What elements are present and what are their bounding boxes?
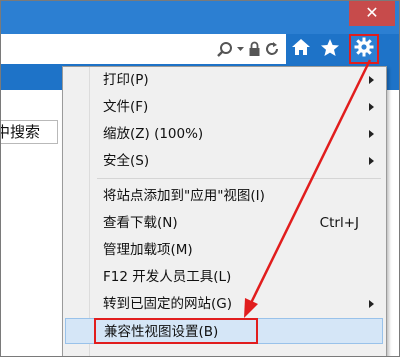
menu-item-shortcut: Ctrl+J	[319, 215, 359, 231]
menu-item-compatibility-view[interactable]: 兼容性视图设置(B)	[65, 318, 383, 344]
command-icons	[291, 34, 379, 64]
favorites-star-icon[interactable]	[320, 38, 340, 61]
menu-item-file[interactable]: 文件(F)	[65, 94, 383, 120]
menu-item-label: 管理加载项(M)	[103, 242, 193, 258]
menu-item-label: 安全(S)	[103, 153, 150, 169]
close-button[interactable]: ✕	[349, 1, 395, 26]
refresh-icon[interactable]	[264, 41, 280, 57]
title-bar: ✕	[1, 1, 399, 34]
menu-item-manage-addons[interactable]: 管理加载项(M)	[65, 237, 383, 263]
submenu-arrow-icon	[369, 103, 374, 111]
tools-button[interactable]	[349, 34, 379, 64]
search-button[interactable]: 中搜索	[1, 120, 58, 144]
gear-icon	[354, 37, 374, 61]
menu-item-pinned-sites[interactable]: 转到已固定的网站(G)	[65, 291, 383, 317]
submenu-arrow-icon	[369, 300, 374, 308]
menu-item-f12-devtools[interactable]: F12 开发人员工具(L)	[65, 264, 383, 290]
lock-icon[interactable]	[248, 41, 261, 57]
address-bar[interactable]	[1, 34, 286, 65]
menu-separator	[97, 178, 381, 179]
menu-item-zoom[interactable]: 缩放(Z) (100%)	[65, 121, 383, 147]
dropdown-icon[interactable]	[236, 45, 245, 53]
browser-window: ✕ 搜索 打印(P) 文件(F) 缩放(Z) (100%) 安全(S) 将站点添…	[0, 0, 400, 357]
menu-item-label: 打印(P)	[103, 72, 149, 88]
address-tools	[216, 41, 280, 57]
menu-item-label: 查看下载(N)	[103, 215, 178, 231]
tools-menu: 打印(P) 文件(F) 缩放(Z) (100%) 安全(S) 将站点添加到"应用…	[62, 66, 387, 356]
menu-item-view-downloads[interactable]: 查看下载(N) Ctrl+J	[65, 210, 383, 236]
menu-item-safety[interactable]: 安全(S)	[65, 148, 383, 174]
menu-item-print[interactable]: 打印(P)	[65, 67, 383, 93]
menu-item-add-to-apps[interactable]: 将站点添加到"应用"视图(I)	[65, 183, 383, 209]
menu-item-label: 将站点添加到"应用"视图(I)	[103, 188, 265, 204]
submenu-arrow-icon	[369, 76, 374, 84]
menu-item-label: 文件(F)	[103, 99, 149, 115]
search-icon[interactable]	[216, 41, 233, 58]
menu-item-label: 转到已固定的网站(G)	[103, 296, 232, 312]
submenu-arrow-icon	[369, 130, 374, 138]
menu-item-label: 兼容性视图设置(B)	[104, 324, 219, 340]
home-icon[interactable]	[291, 38, 311, 60]
submenu-arrow-icon	[369, 157, 374, 165]
menu-item-label: 缩放(Z) (100%)	[103, 126, 204, 142]
menu-item-label: F12 开发人员工具(L)	[103, 269, 232, 285]
